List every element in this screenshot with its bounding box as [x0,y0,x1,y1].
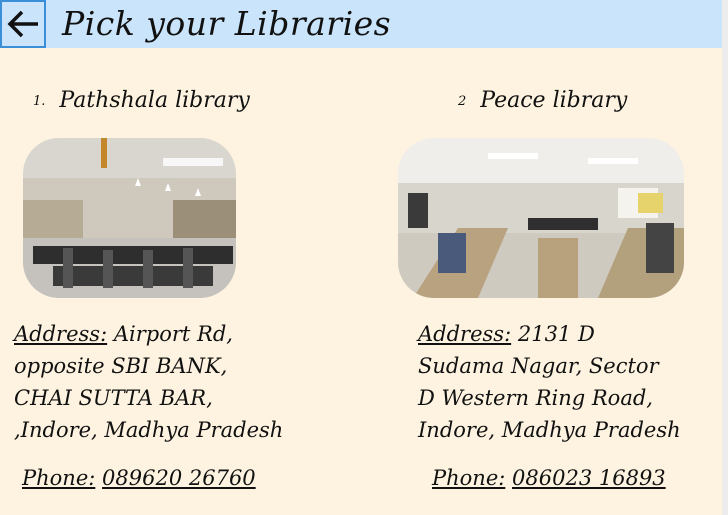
address-line: Indore, Madhya Pradesh [418,418,681,442]
library-photo-1[interactable] [23,138,236,298]
library-photo-2[interactable] [398,138,684,298]
library-interior-image [23,138,236,298]
library-interior-image [398,138,684,298]
library-address-1: Address: Airport Rd, opposite SBI BANK, … [14,318,304,446]
arrow-left-icon [7,10,38,38]
library-heading-1: 1. Pathshala library [33,88,250,113]
address-line: Sudama Nagar, Sector [418,354,659,378]
page-title: Pick your Libraries [62,4,392,43]
app-bar: Pick your Libraries [0,0,722,48]
phone-label: Phone: [432,466,506,490]
address-line: opposite SBI BANK, [14,354,228,378]
back-button[interactable] [0,0,46,48]
address-line: D Western Ring Road, [418,386,653,410]
address-line: 2131 D [517,322,595,346]
address-line: Airport Rd, [113,322,233,346]
phone-label: Phone: [22,466,96,490]
library-heading-2: 2 Peace library [458,88,627,113]
library-name: Peace library [480,88,628,113]
library-phone-1: Phone: 089620 26760 [22,466,256,490]
address-line: ,Indore, Madhya Pradesh [14,418,284,442]
scrollbar[interactable] [722,0,728,515]
library-name: Pathshala library [59,88,250,113]
phone-number-link[interactable]: 089620 26760 [102,466,256,490]
library-number: 1. [33,93,46,109]
library-address-2: Address: 2131 D Sudama Nagar, Sector D W… [418,318,708,446]
library-number: 2 [458,93,467,109]
address-line: CHAI SUTTA BAR, [14,386,213,410]
library-phone-2: Phone: 086023 16893 [432,466,666,490]
address-label: Address: [418,322,512,346]
address-label: Address: [14,322,108,346]
phone-number-link[interactable]: 086023 16893 [512,466,666,490]
